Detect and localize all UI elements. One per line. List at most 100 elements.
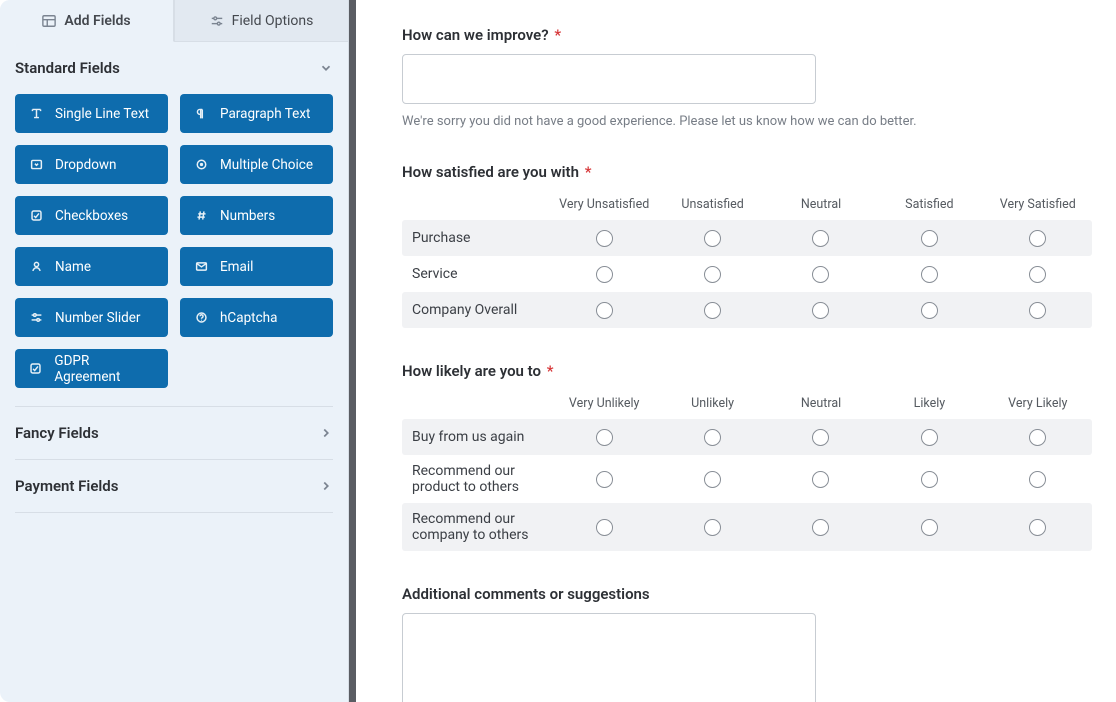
tab-add-fields-label: Add Fields: [64, 13, 130, 29]
field-button[interactable]: Name: [15, 247, 168, 286]
field-button[interactable]: Multiple Choice: [180, 145, 333, 184]
matrix-column-header: Unsatisfied: [658, 197, 766, 212]
field-helper: We're sorry you did not have a good expe…: [402, 114, 1042, 129]
field-label: How can we improve?: [402, 26, 549, 44]
sidebar: Add Fields Field Options Standard Fields: [0, 0, 349, 702]
sliders-icon: [210, 14, 224, 28]
matrix-row: Buy from us again: [402, 419, 1092, 455]
field-button[interactable]: Number Slider: [15, 298, 168, 337]
radio-option[interactable]: [704, 429, 721, 446]
field-button[interactable]: hCaptcha: [180, 298, 333, 337]
radio-option[interactable]: [704, 302, 721, 319]
user-icon: [29, 260, 43, 274]
matrix-row-label: Buy from us again: [402, 421, 550, 453]
matrix-row: Recommend our product to others: [402, 455, 1092, 503]
field-label: How satisfied are you with: [402, 163, 579, 181]
section-payment-fields[interactable]: Payment Fields: [15, 460, 333, 512]
matrix-column-header: Satisfied: [875, 197, 983, 212]
radio-option[interactable]: [596, 230, 613, 247]
radio-option[interactable]: [1029, 266, 1046, 283]
pilcrow-icon: [194, 107, 208, 121]
text-icon: [29, 107, 43, 121]
field-how-can-we-improve[interactable]: How can we improve? * We're sorry you di…: [402, 26, 1090, 129]
matrix-row-label: Service: [402, 258, 550, 290]
radio-option[interactable]: [704, 471, 721, 488]
tab-field-options-label: Field Options: [232, 13, 314, 29]
check-icon: [29, 362, 42, 376]
field-button-label: Dropdown: [55, 157, 117, 173]
field-button-label: Paragraph Text: [220, 106, 310, 122]
panel-divider: [349, 0, 356, 702]
matrix-column-header: Very Likely: [984, 396, 1092, 411]
matrix-row: Company Overall: [402, 292, 1092, 328]
field-label: How likely are you to: [402, 362, 541, 380]
textarea-improve[interactable]: [402, 54, 816, 104]
radio-option[interactable]: [921, 519, 938, 536]
radio-option[interactable]: [812, 429, 829, 446]
radio-option[interactable]: [921, 266, 938, 283]
matrix-row-label: Recommend our company to others: [402, 503, 550, 551]
textarea-comments[interactable]: [402, 613, 816, 702]
tab-add-fields[interactable]: Add Fields: [0, 0, 174, 42]
field-button-label: Multiple Choice: [220, 157, 313, 173]
field-button[interactable]: Paragraph Text: [180, 94, 333, 133]
matrix-row-label: Purchase: [402, 222, 550, 254]
radio-option[interactable]: [1029, 230, 1046, 247]
radio-option[interactable]: [812, 266, 829, 283]
radio-option[interactable]: [596, 519, 613, 536]
radio-option[interactable]: [812, 230, 829, 247]
radio-option[interactable]: [1029, 471, 1046, 488]
field-additional-comments[interactable]: Additional comments or suggestions: [402, 585, 1090, 702]
radio-option[interactable]: [596, 266, 613, 283]
required-marker: *: [547, 362, 554, 380]
field-button[interactable]: Single Line Text: [15, 94, 168, 133]
matrix-column-header: Very Unsatisfied: [550, 197, 658, 212]
section-fancy-label: Fancy Fields: [15, 424, 99, 442]
matrix-row-label: Recommend our product to others: [402, 455, 550, 503]
radio-option[interactable]: [921, 429, 938, 446]
required-marker: *: [585, 163, 592, 181]
chevron-down-icon: [319, 61, 333, 75]
standard-fields-grid: Single Line Text Paragraph Text Dropdown Mu…: [15, 94, 333, 406]
radio-option[interactable]: [921, 471, 938, 488]
field-button-label: GDPR Agreement: [54, 353, 154, 385]
radio-option[interactable]: [921, 230, 938, 247]
matrix-column-header: Neutral: [767, 197, 875, 212]
section-fancy-fields[interactable]: Fancy Fields: [15, 407, 333, 459]
radio-option[interactable]: [1029, 519, 1046, 536]
sidebar-tabs: Add Fields Field Options: [0, 0, 348, 42]
radio-option[interactable]: [812, 519, 829, 536]
field-button-label: Numbers: [220, 208, 275, 224]
radio-dot-icon: [194, 158, 208, 172]
chevron-right-icon: [319, 426, 333, 440]
radio-option[interactable]: [596, 471, 613, 488]
field-button-label: Checkboxes: [55, 208, 128, 224]
radio-option[interactable]: [1029, 302, 1046, 319]
radio-option[interactable]: [1029, 429, 1046, 446]
section-payment-label: Payment Fields: [15, 477, 118, 495]
radio-option[interactable]: [812, 302, 829, 319]
radio-option[interactable]: [596, 302, 613, 319]
field-button[interactable]: Checkboxes: [15, 196, 168, 235]
radio-option[interactable]: [596, 429, 613, 446]
field-button[interactable]: Numbers: [180, 196, 333, 235]
radio-option[interactable]: [921, 302, 938, 319]
matrix-row: Recommend our company to others: [402, 503, 1092, 551]
grid-icon: [42, 14, 56, 28]
radio-option[interactable]: [812, 471, 829, 488]
required-marker: *: [554, 26, 561, 44]
field-button-label: Single Line Text: [55, 106, 149, 122]
field-button[interactable]: GDPR Agreement: [15, 349, 168, 388]
field-button[interactable]: Dropdown: [15, 145, 168, 184]
field-button[interactable]: Email: [180, 247, 333, 286]
radio-option[interactable]: [704, 266, 721, 283]
section-standard-fields[interactable]: Standard Fields: [15, 42, 333, 94]
field-likely-matrix[interactable]: How likely are you to * Very UnlikelyUnl…: [402, 362, 1090, 551]
tab-field-options[interactable]: Field Options: [174, 0, 348, 42]
radio-option[interactable]: [704, 230, 721, 247]
field-satisfied-matrix[interactable]: How satisfied are you with * Very Unsati…: [402, 163, 1090, 328]
radio-option[interactable]: [704, 519, 721, 536]
field-button-label: Number Slider: [55, 310, 141, 326]
form-canvas: How can we improve? * We're sorry you di…: [356, 0, 1116, 702]
matrix-column-header: Neutral: [767, 396, 875, 411]
